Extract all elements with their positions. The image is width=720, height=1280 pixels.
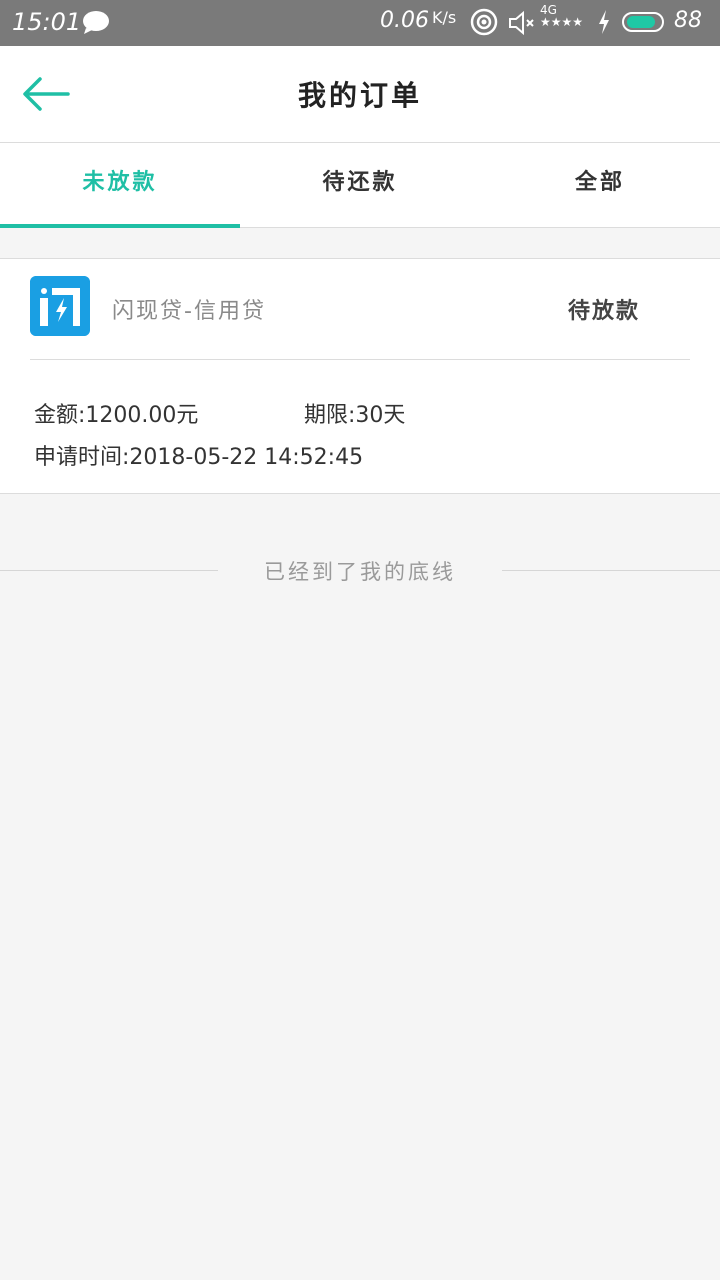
page-title: 我的订单: [297, 79, 422, 112]
tab-unlent[interactable]: 未放款: [0, 143, 240, 228]
term-row: 期限:30天: [304, 397, 405, 429]
apply-time-value: 2018-05-22 14:52:45: [129, 445, 364, 470]
card-divider: [30, 359, 690, 360]
net-speed: 0.06: [380, 8, 429, 33]
divider-left: [0, 570, 218, 571]
end-of-list: 已经到了我的底线: [0, 556, 720, 586]
amount-value: 1200.00元: [85, 403, 199, 428]
net-speed-unit: K/s: [432, 8, 457, 27]
order-card[interactable]: 闪现贷-信用贷 待放款 金额:1200.00元 期限:30天 申请时间:2018…: [0, 258, 720, 494]
order-tabs: 未放款 待还款 全部: [0, 143, 720, 228]
battery-icon: [622, 12, 664, 32]
product-name: 闪现贷-信用贷: [112, 299, 266, 324]
battery-level: 88: [674, 8, 702, 33]
status-time: 15:01: [12, 8, 82, 36]
signal-label: 4G: [540, 3, 557, 17]
battery-fill: [627, 16, 655, 28]
apply-time-label: 申请时间:: [34, 445, 130, 470]
amount-label: 金额:: [34, 403, 86, 428]
tab-to-repay[interactable]: 待还款: [240, 143, 480, 227]
flash-loan-app-icon: [30, 276, 90, 336]
term-value: 30天: [355, 403, 406, 428]
status-bar: 15:01 0.06 K/s 4G ★★★★ 88: [0, 0, 720, 46]
app-header: 我的订单: [0, 46, 720, 143]
end-of-list-text: 已经到了我的底线: [264, 560, 456, 584]
term-label: 期限:: [304, 403, 356, 428]
divider-right: [502, 570, 720, 571]
signal-icon: 4G ★★★★: [540, 3, 584, 29]
hotspot-icon: [470, 8, 498, 36]
amount-row: 金额:1200.00元: [34, 397, 198, 429]
tab-all[interactable]: 全部: [480, 143, 720, 227]
apply-time-row: 申请时间:2018-05-22 14:52:45: [34, 439, 363, 471]
charging-icon: [599, 10, 609, 34]
chat-bubble-icon: [83, 11, 109, 34]
mute-icon: [509, 10, 534, 36]
order-status: 待放款: [567, 299, 640, 324]
